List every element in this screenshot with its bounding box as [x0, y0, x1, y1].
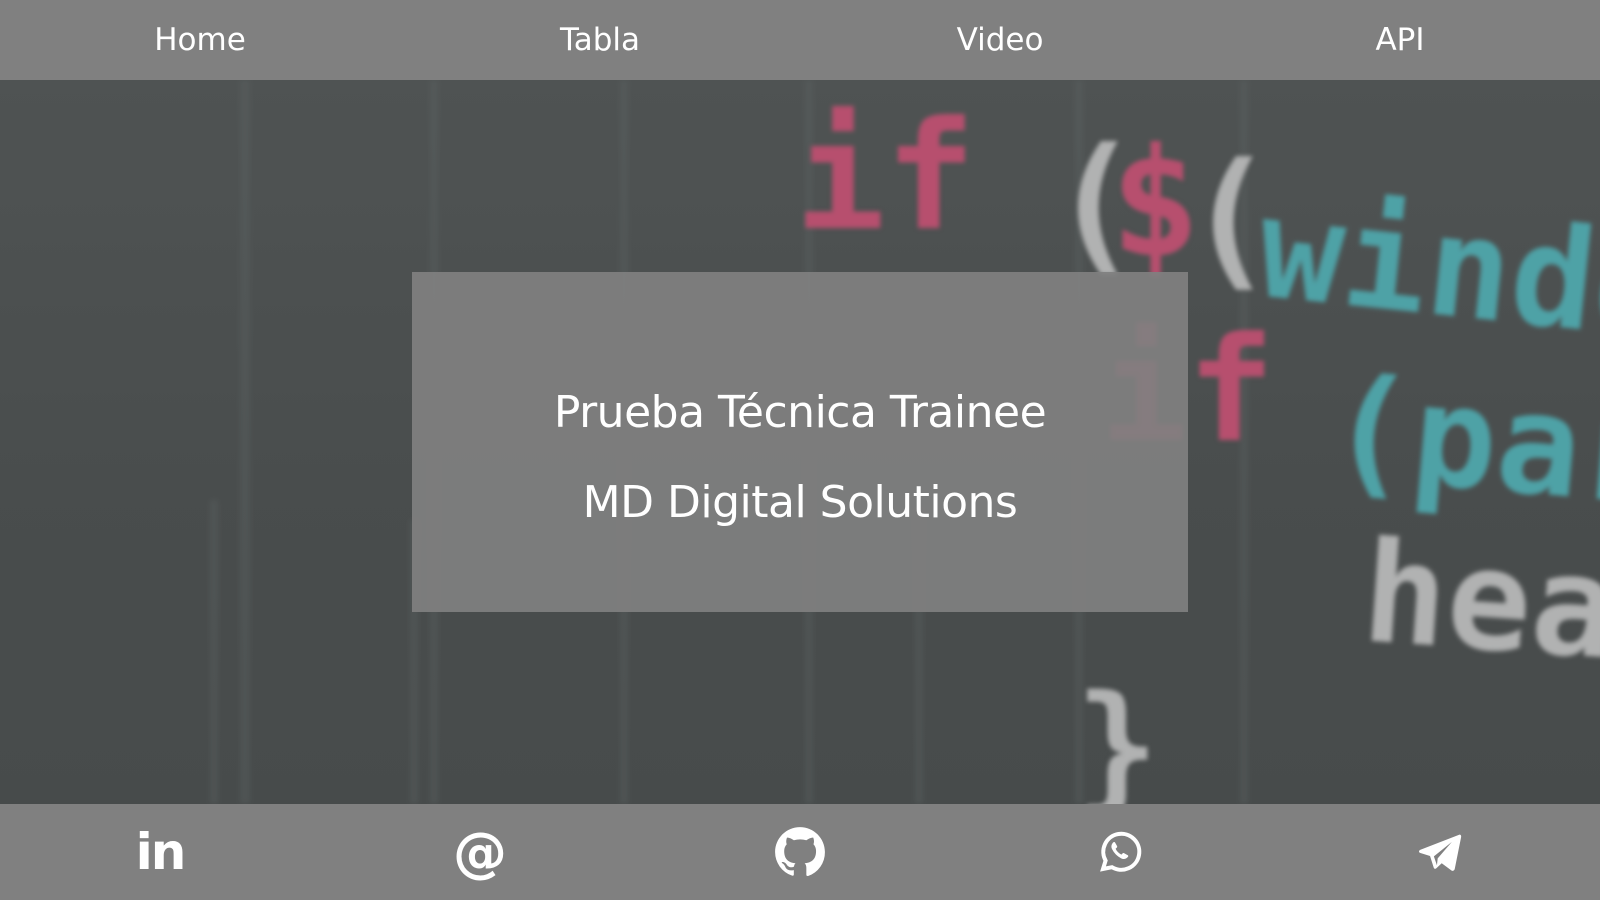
- linkedin-link[interactable]: in: [0, 804, 320, 900]
- title-card: Prueba Técnica Trainee MD Digital Soluti…: [412, 272, 1188, 612]
- card-subtitle: MD Digital Solutions: [582, 477, 1018, 528]
- telegram-icon: [1419, 834, 1462, 871]
- whatsapp-link[interactable]: [960, 804, 1280, 900]
- nav-tabla[interactable]: Tabla: [400, 0, 800, 80]
- linkedin-icon: in: [135, 823, 187, 881]
- nav-api[interactable]: API: [1200, 0, 1600, 80]
- email-at-icon: @: [453, 820, 507, 884]
- telegram-link[interactable]: [1280, 804, 1600, 900]
- nav-video[interactable]: Video: [800, 0, 1200, 80]
- page: Home Tabla Video API if ( $ ( windo (par…: [0, 0, 1600, 900]
- card-title: Prueba Técnica Trainee: [553, 387, 1047, 438]
- email-link[interactable]: @: [320, 804, 640, 900]
- top-navigation: Home Tabla Video API: [0, 0, 1600, 80]
- github-icon: [775, 827, 825, 877]
- github-link[interactable]: [640, 804, 960, 900]
- whatsapp-icon: [1100, 831, 1142, 872]
- footer-social-bar: in @: [0, 804, 1600, 900]
- nav-home[interactable]: Home: [0, 0, 400, 80]
